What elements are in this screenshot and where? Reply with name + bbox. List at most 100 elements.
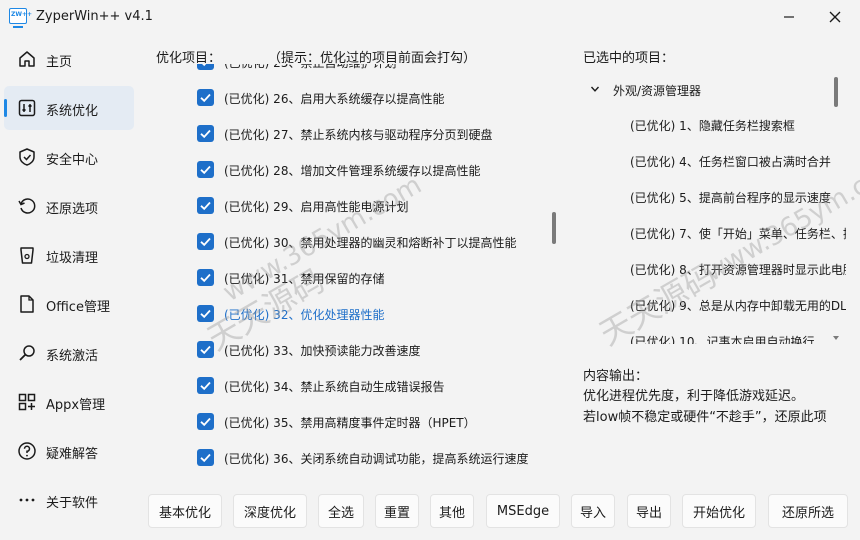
checkmark-icon xyxy=(200,201,211,211)
checkmark-icon xyxy=(200,273,211,283)
checkmark-icon xyxy=(202,64,207,67)
help-icon xyxy=(18,442,36,460)
option-row[interactable]: (已优化) 25、禁止自动维护计划 xyxy=(150,64,550,74)
tree-item[interactable]: (已优化) 9、总是从内存中卸载无用的DLL xyxy=(630,297,846,317)
option-label: (已优化) 34、禁止系统自动生成错误报告 xyxy=(224,380,445,394)
import-button[interactable]: 导入 xyxy=(571,494,615,528)
checkmark-icon xyxy=(200,237,211,247)
option-row[interactable]: (已优化) 35、禁用高精度事件定时器（HPET） xyxy=(150,410,550,434)
output-label: 内容输出： xyxy=(583,369,649,384)
option-row[interactable]: (已优化) 26、启用大系统缓存以提高性能 xyxy=(150,86,550,110)
option-row[interactable]: (已优化) 31、禁用保留的存储 xyxy=(150,266,550,290)
apps-icon xyxy=(18,393,36,411)
optimize-list-scrollbar[interactable] xyxy=(552,212,556,244)
checkmark-icon xyxy=(200,453,211,463)
msedge-button[interactable]: MSEdge xyxy=(486,494,560,528)
start-optimize-button[interactable]: 开始优化 xyxy=(682,494,756,528)
option-label: (已优化) 27、禁止系统内核与驱动程序分页到硬盘 xyxy=(224,128,493,142)
app-logo-icon: ZW++ xyxy=(9,8,32,28)
option-row[interactable]: (已优化) 36、关闭系统自动调试功能，提高系统运行速度 xyxy=(150,446,550,470)
sidebar-item-label: 安全中心 xyxy=(46,153,99,168)
sidebar-item-security[interactable]: 安全中心 xyxy=(4,135,134,179)
sidebar-item-troubleshoot[interactable]: 疑难解答 xyxy=(4,429,134,473)
close-icon xyxy=(829,11,841,23)
option-label: (已优化) 25、禁止自动维护计划 xyxy=(224,64,396,71)
option-row[interactable]: (已优化) 34、禁止系统自动生成错误报告 xyxy=(150,374,550,398)
tree-item[interactable]: (已优化) 8、打开资源管理器时显示此电脑 xyxy=(630,261,846,281)
sidebar-item-label: 系统激活 xyxy=(46,349,99,364)
sidebar-item-label: 主页 xyxy=(46,55,73,70)
checkbox[interactable] xyxy=(197,341,214,358)
restore-icon xyxy=(18,198,36,214)
checkbox[interactable] xyxy=(197,305,214,322)
checkbox[interactable] xyxy=(197,197,214,214)
checkbox[interactable] xyxy=(197,89,214,106)
checkmark-icon xyxy=(200,345,211,355)
sidebar-item-home[interactable]: 主页 xyxy=(4,37,134,81)
sidebar-item-label: 关于软件 xyxy=(46,496,99,511)
shield-icon xyxy=(19,148,35,166)
tree-item[interactable]: (已优化) 7、使「开始」菜单、任务栏、操 xyxy=(630,225,846,245)
basic-optimize-button[interactable]: 基本优化 xyxy=(148,494,222,528)
sidebar-item-cleanup[interactable]: 垃圾清理 xyxy=(4,233,134,277)
checkmark-icon xyxy=(200,417,211,427)
deep-optimize-button[interactable]: 深度优化 xyxy=(233,494,307,528)
minimize-button[interactable] xyxy=(766,0,812,34)
scroll-down-arrow-icon[interactable] xyxy=(833,335,839,341)
checkmark-icon xyxy=(200,93,211,103)
tree-item[interactable]: (已优化) 5、提高前台程序的显示速度 xyxy=(630,189,846,209)
sidebar-item-activation[interactable]: 系统激活 xyxy=(4,331,134,375)
option-row[interactable]: (已优化) 32、优化处理器性能 xyxy=(150,302,550,326)
trash-icon xyxy=(20,247,34,264)
checkbox[interactable] xyxy=(197,269,214,286)
option-label: (已优化) 36、关闭系统自动调试功能，提高系统运行速度 xyxy=(224,452,529,466)
tree-item[interactable]: (已优化) 4、任务栏窗口被占满时合并 xyxy=(630,153,846,173)
reset-button[interactable]: 重置 xyxy=(375,494,419,528)
checkbox[interactable] xyxy=(197,377,214,394)
selected-header: 已选中的项目： xyxy=(583,51,675,66)
selected-tree-scrollbar[interactable] xyxy=(834,77,838,107)
output-text: 优化进程优先度，利于降低游戏延迟。 若low帧不稳定或硬件“不趁手”，还原此项 xyxy=(583,389,827,425)
window-title: ZyperWin++ v4.1 xyxy=(36,9,153,24)
option-row[interactable]: (已优化) 30、禁用处理器的幽灵和熔断补丁以提高性能 xyxy=(150,230,550,254)
option-row[interactable]: (已优化) 28、增加文件管理系统缓存以提高性能 xyxy=(150,158,550,182)
checkbox[interactable] xyxy=(197,233,214,250)
home-icon xyxy=(19,51,35,67)
checkbox[interactable] xyxy=(197,449,214,466)
sidebar-item-label: Office管理 xyxy=(46,300,110,315)
restore-selected-button[interactable]: 还原所选 xyxy=(768,494,848,528)
tree-group[interactable]: 外观/资源管理器 xyxy=(590,81,830,101)
export-button[interactable]: 导出 xyxy=(627,494,671,528)
checkbox[interactable] xyxy=(197,413,214,430)
more-icon xyxy=(19,498,35,502)
tree-group-label: 外观/资源管理器 xyxy=(613,84,702,98)
option-row[interactable]: (已优化) 27、禁止系统内核与驱动程序分页到硬盘 xyxy=(150,122,550,146)
sidebar-item-office[interactable]: Office管理 xyxy=(4,282,134,326)
option-label: (已优化) 26、启用大系统缓存以提高性能 xyxy=(224,92,445,106)
sidebar-item-label: 疑难解答 xyxy=(46,447,99,462)
sidebar-item-system-optimize[interactable]: 系统优化 xyxy=(4,86,134,130)
sidebar-item-label: 系统优化 xyxy=(46,104,99,119)
option-label: (已优化) 35、禁用高精度事件定时器（HPET） xyxy=(224,416,476,430)
sidebar-item-label: 垃圾清理 xyxy=(46,251,99,266)
checkbox[interactable] xyxy=(197,64,214,70)
checkbox[interactable] xyxy=(197,125,214,142)
option-label: (已优化) 30、禁用处理器的幽灵和熔断补丁以提高性能 xyxy=(224,236,517,250)
tree-item[interactable]: (已优化) 10、记事本启用自动换行 xyxy=(630,333,846,344)
tree-item[interactable]: (已优化) 1、隐藏任务栏搜索框 xyxy=(630,117,846,137)
office-icon xyxy=(20,295,34,313)
sliders-icon xyxy=(18,99,36,117)
option-row[interactable]: (已优化) 29、启用高性能电源计划 xyxy=(150,194,550,218)
select-all-button[interactable]: 全选 xyxy=(318,494,364,528)
checkbox[interactable] xyxy=(197,161,214,178)
sidebar-item-appx[interactable]: Appx管理 xyxy=(4,380,134,424)
key-icon xyxy=(19,345,35,361)
other-button[interactable]: 其他 xyxy=(430,494,474,528)
sidebar-item-restore[interactable]: 还原选项 xyxy=(4,184,134,228)
close-button[interactable] xyxy=(812,0,858,34)
selected-tree[interactable]: 外观/资源管理器 (已优化) 1、隐藏任务栏搜索框 (已优化) 4、任务栏窗口被占… xyxy=(578,71,846,344)
optimize-list[interactable]: (已优化) 25、禁止自动维护计划 (已优化) 26、启用大系统缓存以提高性能 (已… xyxy=(150,64,562,476)
sidebar-item-about[interactable]: 关于软件 xyxy=(4,478,134,522)
option-row[interactable]: (已优化) 33、加快预读能力改善速度 xyxy=(150,338,550,362)
checkmark-icon xyxy=(200,165,211,175)
